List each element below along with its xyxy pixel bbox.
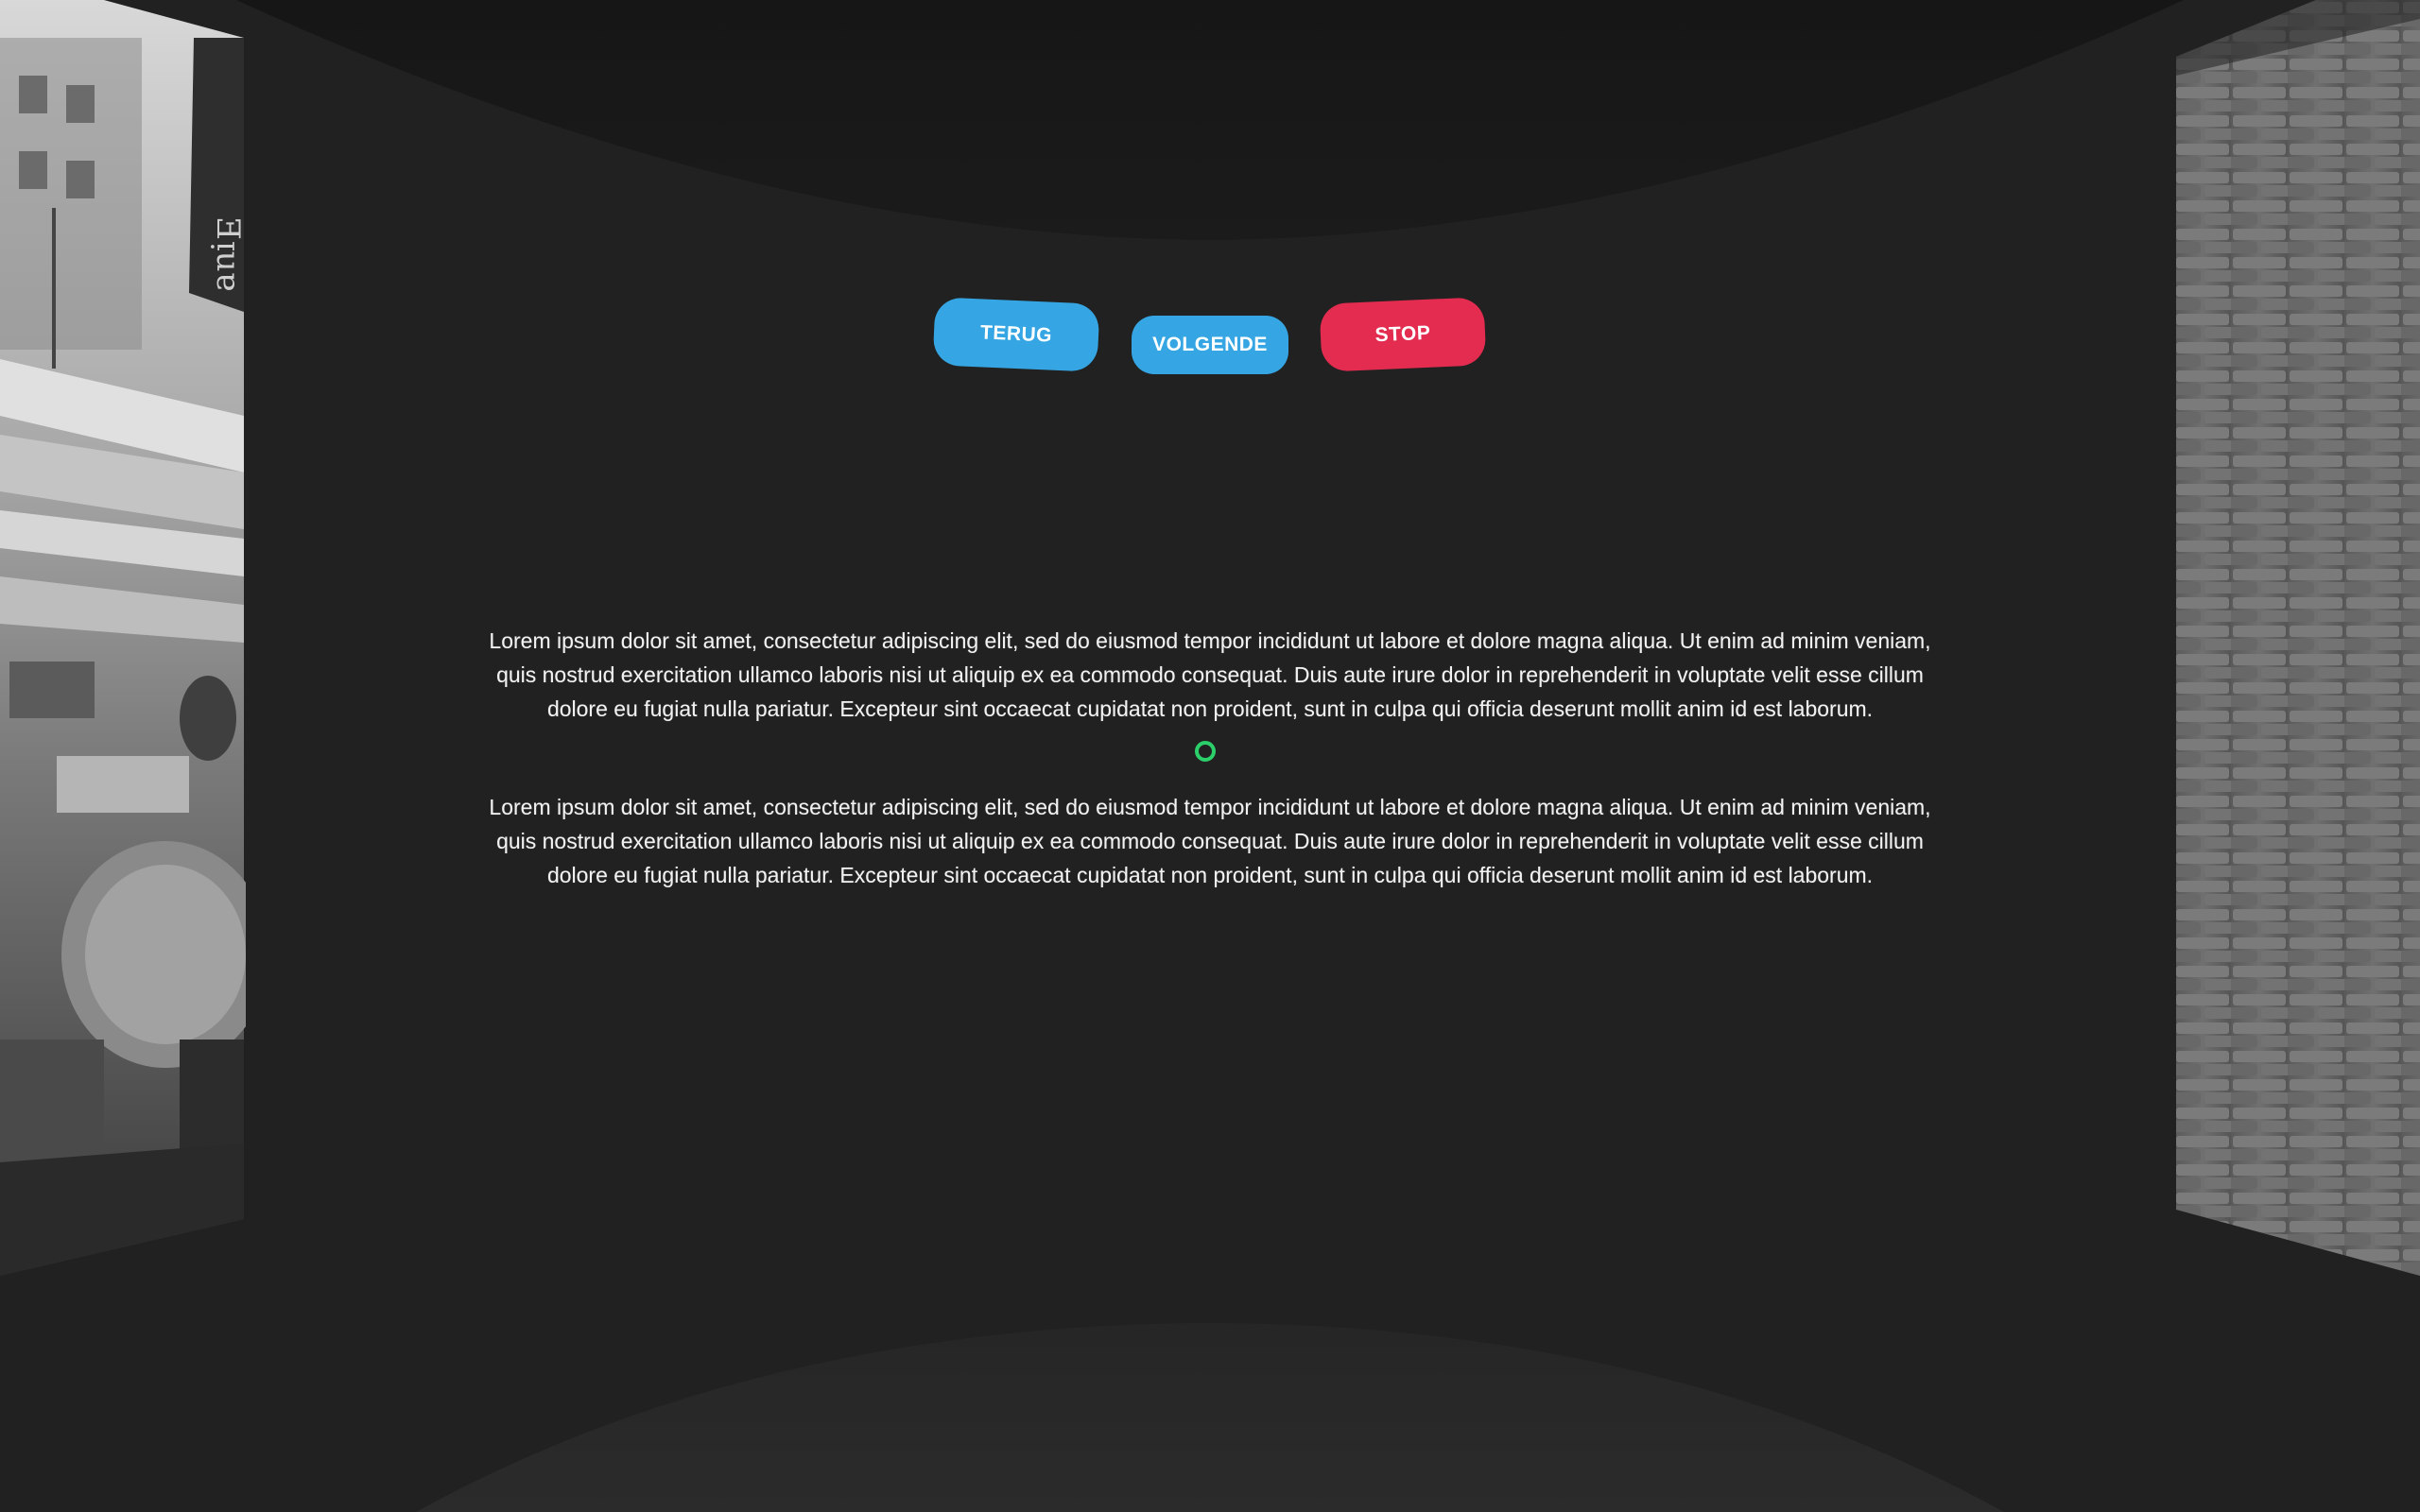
gaze-reticle-icon: [1195, 741, 1216, 762]
stop-button-label: STOP: [1374, 321, 1431, 347]
svg-text:Ǝᴉuɐ: Ǝᴉuɐ: [209, 217, 246, 291]
back-button-label: TERUG: [979, 321, 1053, 347]
left-photo-wall: Ǝᴉuɐ: [0, 0, 246, 1276]
body-paragraph-2: Lorem ipsum dolor sit amet, consectetur …: [489, 795, 1931, 887]
stop-button[interactable]: STOP: [1319, 297, 1487, 372]
floor-panel: [416, 1323, 2004, 1512]
ceiling-panel: [236, 0, 2184, 240]
right-photo-wall: [2176, 0, 2420, 1276]
back-button[interactable]: TERUG: [932, 297, 1100, 372]
next-button-label: VOLGENDE: [1152, 334, 1268, 355]
body-paragraph-1: Lorem ipsum dolor sit amet, consectetur …: [489, 628, 1931, 721]
vr-scene: Ǝᴉuɐ TERUG VOLGENDE STOP Lorem ipsum dol…: [0, 0, 2420, 1512]
next-button[interactable]: VOLGENDE: [1132, 316, 1288, 374]
